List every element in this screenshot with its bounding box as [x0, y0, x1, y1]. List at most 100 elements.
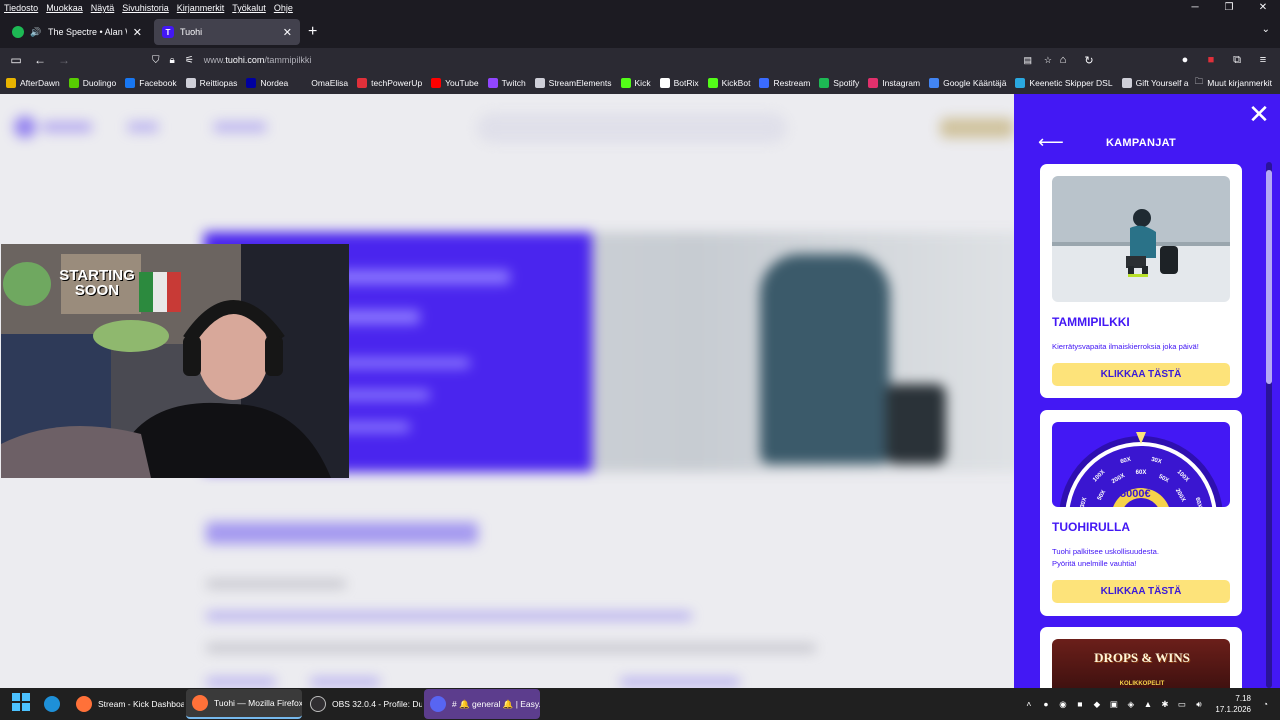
url-text[interactable]: www.tuohi.com/tammipilkki	[204, 55, 312, 65]
close-tab-icon[interactable]: ✕	[133, 26, 142, 39]
page-content: STARTING SOON ✕ ⟵ KAMPANJAT TAMMIPILKKI …	[0, 94, 1280, 688]
bookmark-icon	[868, 78, 879, 88]
minimize-button[interactable]: ─	[1178, 0, 1212, 16]
tray-app-icon[interactable]: ✱	[1156, 699, 1173, 710]
bookmark-icon	[185, 78, 196, 88]
scrollbar-thumb[interactable]	[1266, 170, 1272, 384]
tray-app-icon[interactable]: ■	[1071, 699, 1088, 709]
text-line	[206, 612, 692, 620]
bookmark-item[interactable]: Spotify	[819, 78, 859, 88]
bookmark-item[interactable]: BotRix	[659, 78, 699, 88]
card-title: TAMMIPILKKI	[1052, 315, 1130, 329]
drops-wins-subtitle: KOLIKKOPELIT	[1119, 681, 1165, 687]
account-icon[interactable]: ●	[1172, 54, 1198, 66]
menu-icon[interactable]: ≡	[1250, 54, 1276, 66]
site-search	[478, 114, 786, 142]
bookmark-item[interactable]: Restream	[759, 78, 810, 88]
lock-icon[interactable]: 🔒︎	[170, 55, 175, 66]
bookmark-item[interactable]: Twitch	[487, 78, 526, 88]
bookmark-item[interactable]: YouTube	[431, 78, 479, 88]
tab-spectre[interactable]: 🔊 The Spectre • Alan Walker ✕	[4, 19, 150, 45]
bookmark-label: AfterDawn	[20, 78, 60, 88]
campaign-card-tuohirulla[interactable]: 30X 50X 100X 200X 60X 60X 30X 50X 100X 200X 60X 50…	[1040, 410, 1242, 616]
menu-item[interactable]: Ohje	[274, 3, 293, 13]
close-panel-button[interactable]: ✕	[1246, 101, 1272, 128]
taskbar-app-discord[interactable]: # 🔔 general 🔔 | Easy. G	[424, 689, 540, 719]
bookmark-item[interactable]: Instagram	[868, 78, 920, 88]
bookmark-label: StreamElements	[548, 78, 612, 88]
close-window-button[interactable]: ✕	[1246, 0, 1280, 16]
chevron-down-icon[interactable]: ⌄	[1262, 24, 1270, 35]
bookmark-item[interactable]: Kick	[620, 78, 651, 88]
menu-item[interactable]: Sivuhistoria	[122, 3, 169, 13]
bookmark-item[interactable]: AfterDawn	[6, 78, 60, 88]
taskbar-app-obs[interactable]: OBS 32.0.4 - Profile: Dua	[304, 689, 422, 719]
permissions-icon[interactable]: ⚟	[185, 55, 194, 66]
card-title: TUOHIRULLA	[1052, 520, 1130, 534]
bookmark-item[interactable]: OmaElisa	[297, 78, 348, 88]
card-cta-button[interactable]: KLIKKAA TÄSTÄ	[1052, 363, 1230, 386]
chevron-up-icon[interactable]: ˄	[1020, 699, 1037, 709]
tab-label: Tuohi	[180, 27, 203, 37]
other-bookmarks[interactable]: 🗀 Muut kirjanmerkit	[1188, 72, 1272, 94]
menu-item[interactable]: Kirjanmerkit	[177, 3, 225, 13]
wheel-segment-label: 60X	[1136, 470, 1147, 476]
reader-view-icon[interactable]: ▤	[1023, 55, 1032, 66]
url-bar[interactable]: ⛉ 🔒︎ ⚟ www.tuohi.com/tammipilkki ☆ ▤	[152, 50, 1058, 70]
taskbar-app-firefox[interactable]: Tuohi — Mozilla Firefox	[186, 689, 302, 719]
reload-icon[interactable]: ↻	[1076, 54, 1102, 67]
bookmark-icon	[534, 78, 545, 88]
back-button[interactable]: ←	[28, 53, 52, 67]
extension-badge-icon[interactable]: ■	[1198, 54, 1224, 66]
menu-item[interactable]: Muokkaa	[46, 3, 83, 13]
campaign-card-tammipilkki[interactable]: TAMMIPILKKI Kierrätysvapaita ilmaiskierr…	[1040, 164, 1242, 398]
tab-tuohi[interactable]: T Tuohi ✕	[154, 19, 300, 45]
steam-icon[interactable]: ◉	[1054, 699, 1071, 710]
menu-item[interactable]: Tiedosto	[4, 3, 38, 13]
tray-app-icon[interactable]: ◆	[1088, 699, 1105, 710]
bookmark-item[interactable]: StreamElements	[534, 78, 612, 88]
card-cta-button[interactable]: KLIKKAA TÄSTÄ	[1052, 580, 1230, 603]
extensions-icon[interactable]: ⧉	[1224, 54, 1250, 67]
volume-icon[interactable]: 🔊︎	[1190, 699, 1207, 710]
tray-app-icon[interactable]: ▣	[1105, 699, 1122, 710]
bookmark-label: Twitch	[501, 78, 526, 88]
restore-button[interactable]: ❐	[1212, 0, 1246, 16]
network-icon[interactable]: ▭	[1173, 699, 1190, 710]
notifications-icon[interactable]: ◔	[1257, 699, 1274, 709]
tray-app-icon[interactable]: ●	[1037, 699, 1054, 709]
taskbar-app-kick[interactable]: Stream - Kick Dashboar	[70, 689, 184, 719]
shield-icon[interactable]: ⛉	[152, 55, 160, 66]
bookmark-item[interactable]: Reittiopas	[185, 78, 238, 88]
sidebar-icon[interactable]: ▭	[4, 53, 28, 67]
bookmarks-bar: AfterDawn Duolingo Facebook Reittiopas Norde…	[0, 72, 1280, 94]
bookmark-item[interactable]: Facebook	[125, 78, 177, 88]
new-tab-button[interactable]: +	[308, 23, 317, 41]
bookmark-item[interactable]: Keenetic Skipper DSL	[1015, 78, 1113, 88]
bookmark-icon	[620, 78, 631, 88]
bookmark-item[interactable]: Nordea	[246, 78, 288, 88]
firefox-icon	[76, 696, 92, 712]
clock[interactable]: 7.18 17.1.2026	[1215, 693, 1251, 715]
edge-icon[interactable]	[38, 689, 68, 719]
tray-app-icon[interactable]: ▲	[1139, 699, 1156, 709]
campaign-card-drops-wins[interactable]: DROPS & WINS KOLIKKOPELIT	[1040, 627, 1242, 688]
forward-button[interactable]: →	[52, 53, 76, 67]
bookmark-label: Spotify	[833, 78, 860, 88]
folder-icon: 🗀	[1194, 76, 1204, 86]
bookmark-item[interactable]: Duolingo	[68, 78, 116, 88]
tray-app-icon[interactable]: ◈	[1122, 699, 1139, 710]
bookmark-icon	[297, 78, 308, 88]
bookmark-label: Instagram	[882, 78, 921, 88]
bookmark-item[interactable]: KickBot	[707, 78, 750, 88]
bookmark-item[interactable]: techPowerUp	[357, 78, 422, 88]
bookmark-icon	[819, 78, 830, 88]
home-icon[interactable]: ⌂	[1050, 54, 1076, 66]
menu-item[interactable]: Työkalut	[232, 3, 266, 13]
windows-start-icon[interactable]	[12, 692, 38, 716]
close-tab-icon[interactable]: ✕	[283, 26, 292, 39]
speaker-icon[interactable]: 🔊	[30, 26, 42, 38]
bookmark-item[interactable]: Google Kääntäjä	[929, 78, 1006, 88]
menu-item[interactable]: Näytä	[91, 3, 115, 13]
bookmark-label: Reittiopas	[199, 78, 238, 88]
